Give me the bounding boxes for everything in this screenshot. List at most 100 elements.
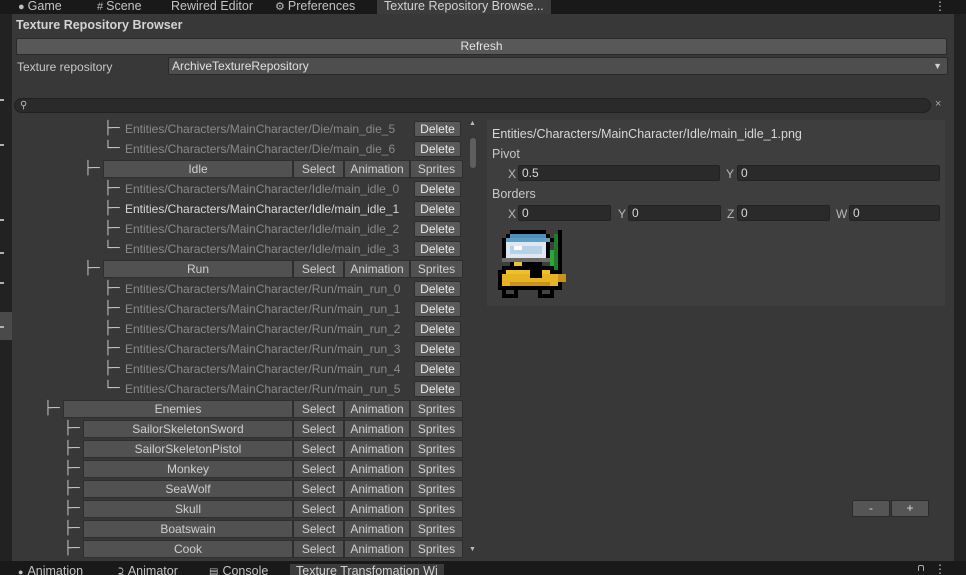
tab-texture-repository-browser[interactable]: Texture Repository Browse... [377, 0, 551, 14]
sprites-button[interactable]: Sprites [410, 160, 463, 178]
group-label[interactable]: SailorSkeletonSword [83, 420, 293, 438]
tab-animator[interactable]: ⫈ Animator [118, 564, 178, 575]
animation-button[interactable]: Animation [344, 500, 410, 518]
tab-animation[interactable]: ● Animation [18, 564, 83, 575]
scroll-up-icon[interactable]: ▲ [469, 120, 476, 127]
border-z-field[interactable]: 0 [737, 205, 830, 221]
texture-file-path[interactable]: Entities/Characters/MainCharacter/Idle/m… [125, 219, 409, 239]
sprites-button[interactable]: Sprites [410, 500, 463, 518]
select-button[interactable]: Select [293, 480, 344, 498]
add-button[interactable]: + [891, 500, 929, 517]
group-label[interactable]: Cook [83, 540, 293, 558]
delete-button[interactable]: Delete [414, 301, 461, 317]
texture-file-path[interactable]: Entities/Characters/MainCharacter/Run/ma… [125, 379, 409, 399]
sprites-button[interactable]: Sprites [410, 520, 463, 538]
select-button[interactable]: Select [293, 520, 344, 538]
delete-button[interactable]: Delete [414, 121, 461, 137]
borders-label: Borders [492, 187, 536, 201]
animation-button[interactable]: Animation [344, 160, 410, 178]
delete-button[interactable]: Delete [414, 221, 461, 237]
scroll-down-icon[interactable]: ▼ [469, 546, 476, 553]
delete-button[interactable]: Delete [414, 241, 461, 257]
animation-button[interactable]: Animation [344, 420, 410, 438]
texture-file-path[interactable]: Entities/Characters/MainCharacter/Run/ma… [125, 299, 409, 319]
tab-scene[interactable]: # Scene [97, 0, 142, 14]
tab-console[interactable]: ▤ Console [209, 564, 268, 575]
delete-button[interactable]: Delete [414, 281, 461, 297]
select-button[interactable]: Select [293, 500, 344, 518]
delete-button[interactable]: Delete [414, 201, 461, 217]
tab-preferences[interactable]: ⚙ Preferences [275, 0, 355, 14]
tab-menu-icon[interactable]: ⋮ [934, 0, 946, 12]
tab-rewired-editor[interactable]: Rewired Editor [171, 0, 253, 14]
texture-file-path[interactable]: Entities/Characters/MainCharacter/Run/ma… [125, 319, 409, 339]
bottom-tab-menu-icon[interactable]: ⋮ [934, 563, 946, 575]
delete-button[interactable]: Delete [414, 361, 461, 377]
group-label[interactable]: SeaWolf [83, 480, 293, 498]
texture-file-path[interactable]: Entities/Characters/MainCharacter/Die/ma… [125, 139, 409, 159]
pivot-y-field[interactable]: 0 [737, 165, 940, 181]
delete-button[interactable]: Delete [414, 181, 461, 197]
texture-file-path[interactable]: Entities/Characters/MainCharacter/Die/ma… [125, 119, 409, 139]
delete-button[interactable]: Delete [414, 381, 461, 397]
group-label[interactable]: Run [103, 260, 293, 278]
delete-button[interactable]: Delete [414, 341, 461, 357]
select-button[interactable]: Select [293, 420, 344, 438]
sprites-button[interactable]: Sprites [410, 420, 463, 438]
lock-icon[interactable] [918, 565, 924, 571]
search-input[interactable]: ⚲ [14, 98, 931, 113]
scrollbar-thumb[interactable] [470, 138, 476, 168]
animation-button[interactable]: Animation [344, 440, 410, 458]
group-label[interactable]: SailorSkeletonPistol [83, 440, 293, 458]
group-label[interactable]: Enemies [63, 400, 293, 418]
tab-texture-transformation[interactable]: Texture Transfomation Wi [290, 564, 444, 575]
animation-button[interactable]: Animation [344, 520, 410, 538]
select-button[interactable]: Select [293, 540, 344, 558]
border-y-field[interactable]: 0 [628, 205, 721, 221]
animation-button[interactable]: Animation [344, 540, 410, 558]
delete-button[interactable]: Delete [414, 321, 461, 337]
sprites-button[interactable]: Sprites [410, 400, 463, 418]
select-button[interactable]: Select [293, 160, 344, 178]
border-x-field[interactable]: 0 [518, 205, 611, 221]
texture-file-path[interactable]: Entities/Characters/MainCharacter/Run/ma… [125, 339, 409, 359]
delete-button[interactable]: Delete [414, 141, 461, 157]
sprites-button[interactable]: Sprites [410, 260, 463, 278]
animation-button[interactable]: Animation [344, 400, 410, 418]
select-button[interactable]: Select [293, 440, 344, 458]
texture-repository-dropdown[interactable]: ArchiveTextureRepository ▼ [168, 57, 948, 75]
texture-file-path[interactable]: Entities/Characters/MainCharacter/Run/ma… [125, 359, 409, 379]
bottom-tab-strip: ● Animation ⫈ Animator ▤ Console Texture Tr… [0, 561, 966, 575]
gutter-selected-marker[interactable] [0, 312, 12, 340]
group-label[interactable]: Skull [83, 500, 293, 518]
refresh-button[interactable]: Refresh [16, 38, 947, 55]
sprites-button[interactable]: Sprites [410, 480, 463, 498]
group-label[interactable]: Monkey [83, 460, 293, 478]
texture-tree: ├─ Entities/Characters/MainCharacter/Die/… [14, 118, 480, 560]
gamepad-icon: ● [18, 1, 25, 13]
tree-scrollbar[interactable]: ▲ ▼ [467, 118, 479, 558]
animation-button[interactable]: Animation [344, 480, 410, 498]
select-button[interactable]: Select [293, 460, 344, 478]
texture-file-path[interactable]: Entities/Characters/MainCharacter/Idle/m… [125, 239, 409, 259]
tab-game[interactable]: ● Game [18, 0, 62, 14]
animation-button[interactable]: Animation [344, 460, 410, 478]
select-button[interactable]: Select [293, 260, 344, 278]
border-w-field[interactable]: 0 [849, 205, 940, 221]
gutter-marker [0, 252, 4, 254]
animation-button[interactable]: Animation [344, 260, 410, 278]
texture-file-path[interactable]: Entities/Characters/MainCharacter/Idle/m… [125, 179, 409, 199]
search-clear-icon[interactable]: × [935, 98, 941, 110]
texture-file-path[interactable]: Entities/Characters/MainCharacter/Run/ma… [125, 279, 409, 299]
sprites-button[interactable]: Sprites [410, 460, 463, 478]
sprites-button[interactable]: Sprites [410, 440, 463, 458]
top-tab-strip: ● Game # Scene Rewired Editor ⚙ Preferences… [0, 0, 966, 14]
pivot-x-field[interactable]: 0.5 [518, 165, 720, 181]
tree-branch-line: ├─ [64, 521, 80, 536]
sprites-button[interactable]: Sprites [410, 540, 463, 558]
group-label[interactable]: Idle [103, 160, 293, 178]
select-button[interactable]: Select [293, 400, 344, 418]
texture-file-path[interactable]: Entities/Characters/MainCharacter/Idle/m… [125, 199, 409, 219]
remove-button[interactable]: - [852, 500, 890, 517]
group-label[interactable]: Boatswain [83, 520, 293, 538]
